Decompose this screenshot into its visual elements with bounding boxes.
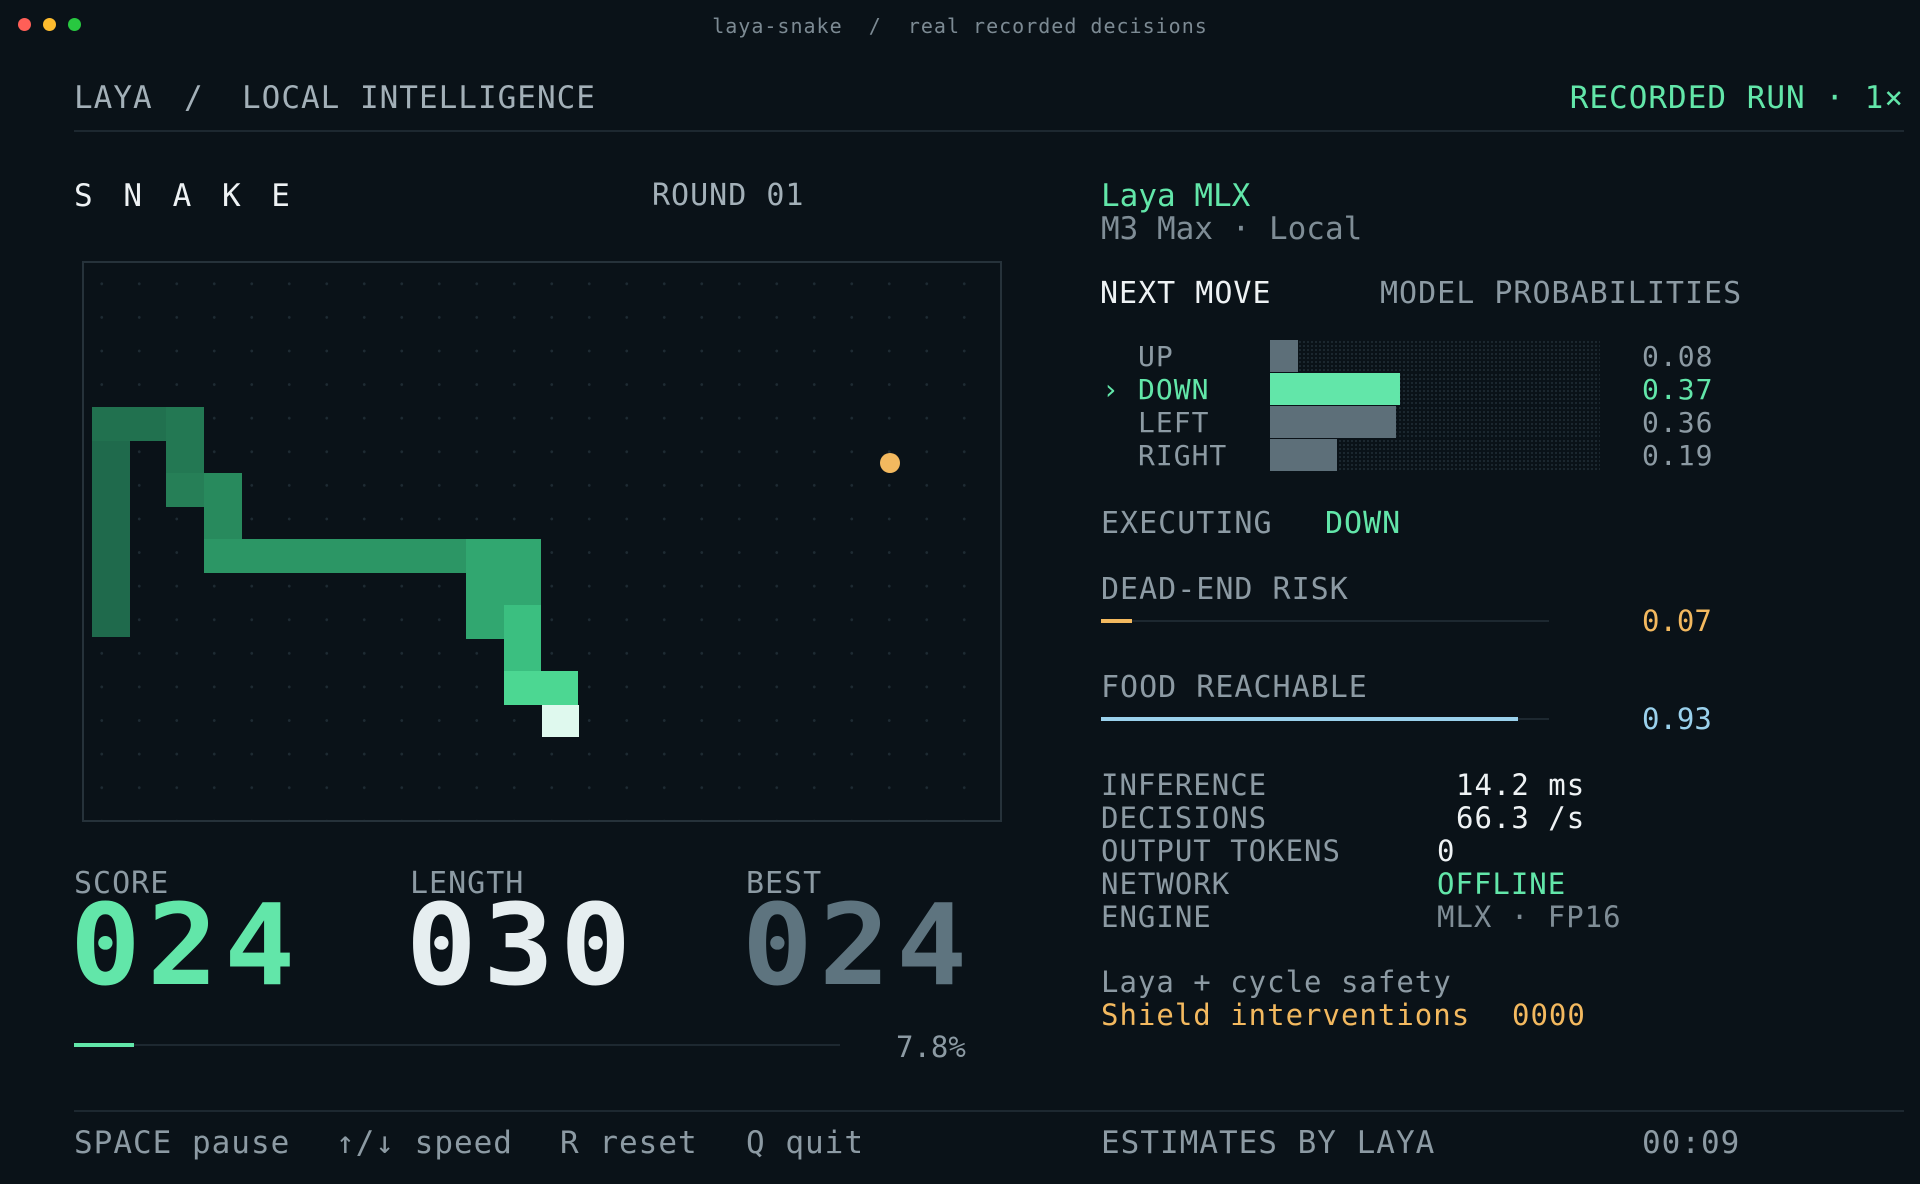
shield-interventions-value: 0000 [1512,998,1586,1032]
output-tokens-value: 0 [1437,834,1456,868]
snake-head [542,705,579,737]
engine-value: MLX · FP16 [1437,900,1622,934]
model-hardware: M3 Max · Local [1101,211,1363,247]
move-label-right: RIGHT [1138,439,1228,472]
probability-bar-down [1270,373,1400,405]
decisions-label: DECISIONS [1101,801,1268,835]
food-reachable-track [1101,717,1549,721]
header-divider [74,130,1904,132]
output-tokens-label: OUTPUT TOKENS [1101,834,1341,868]
dead-end-label: DEAD-END RISK [1101,572,1349,607]
reset-shortcut[interactable]: R reset [560,1125,698,1161]
probability-bar-left [1270,406,1396,438]
progress-percent: 7.8% [896,1030,966,1064]
executing-value: DOWN [1325,506,1402,541]
progress-track [74,1043,840,1047]
probability-value-up: 0.08 [1642,340,1714,373]
shield-interventions-label: Shield interventions [1101,998,1471,1032]
probability-bar-right [1270,439,1337,471]
snake-segment [92,407,130,637]
inference-label: INFERENCE [1101,768,1268,802]
snake-segment [204,539,504,573]
food-pellet [880,453,900,473]
decisions-value: 66.3 /s [1456,801,1586,835]
engine-label: ENGINE [1101,900,1212,934]
food-reachable-label: FOOD REACHABLE [1101,670,1368,705]
probability-bar-up [1270,340,1298,372]
game-board [82,261,1002,822]
elapsed-time: 00:09 [1642,1125,1741,1161]
progress-fill [74,1043,134,1047]
quit-shortcut[interactable]: Q quit [746,1125,864,1161]
food-reachable-value: 0.93 [1642,702,1712,736]
dead-end-fill [1101,619,1133,623]
snake-segment [504,605,541,671]
dead-end-value: 0.07 [1642,604,1712,638]
safety-label: Laya + cycle safety [1101,965,1452,999]
breadcrumb-separator: / [184,80,204,116]
window-title: laya-snake / real recorded decisions [712,14,1208,38]
estimates-label: ESTIMATES BY LAYA [1101,1125,1436,1161]
next-move-label: NEXT MOVE [1100,276,1272,311]
network-value: OFFLINE [1437,867,1567,901]
executing-label: EXECUTING [1101,506,1273,541]
probability-value-down: 0.37 [1642,373,1714,406]
run-status: RECORDED RUN · 1× [1569,80,1904,116]
move-label-up: UP [1138,340,1174,373]
model-name: Laya MLX [1101,178,1251,214]
speed-shortcut[interactable]: ↑/↓ speed [336,1125,513,1161]
move-label-down: DOWN [1138,373,1210,406]
length-value: 030 [406,881,638,1011]
best-value: 024 [742,881,974,1011]
dead-end-track [1101,619,1549,623]
brand-label: LAYA [74,80,153,116]
network-label: NETWORK [1101,867,1231,901]
selected-move-marker: › [1102,373,1120,406]
footer-divider [74,1110,1904,1112]
probability-track [1270,340,1600,372]
inference-value: 14.2 ms [1456,768,1586,802]
move-label-left: LEFT [1138,406,1210,439]
probability-value-right: 0.19 [1642,439,1714,472]
pause-shortcut[interactable]: SPACE pause [74,1125,290,1161]
food-reachable-fill [1101,717,1518,721]
score-value: 024 [70,881,302,1011]
game-title: S N A K E [74,178,296,214]
probability-value-left: 0.36 [1642,406,1714,439]
model-probabilities-label: MODEL PROBABILITIES [1380,276,1743,311]
round-label: ROUND 01 [652,178,805,213]
snake-segment [504,671,578,705]
section-title: LOCAL INTELLIGENCE [242,80,596,116]
